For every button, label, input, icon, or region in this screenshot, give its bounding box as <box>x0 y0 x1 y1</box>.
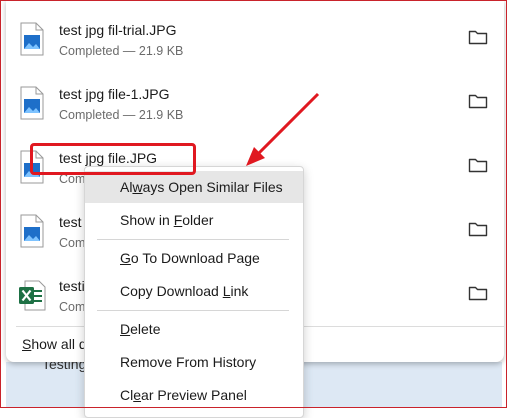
annotation-arrow <box>246 92 320 166</box>
